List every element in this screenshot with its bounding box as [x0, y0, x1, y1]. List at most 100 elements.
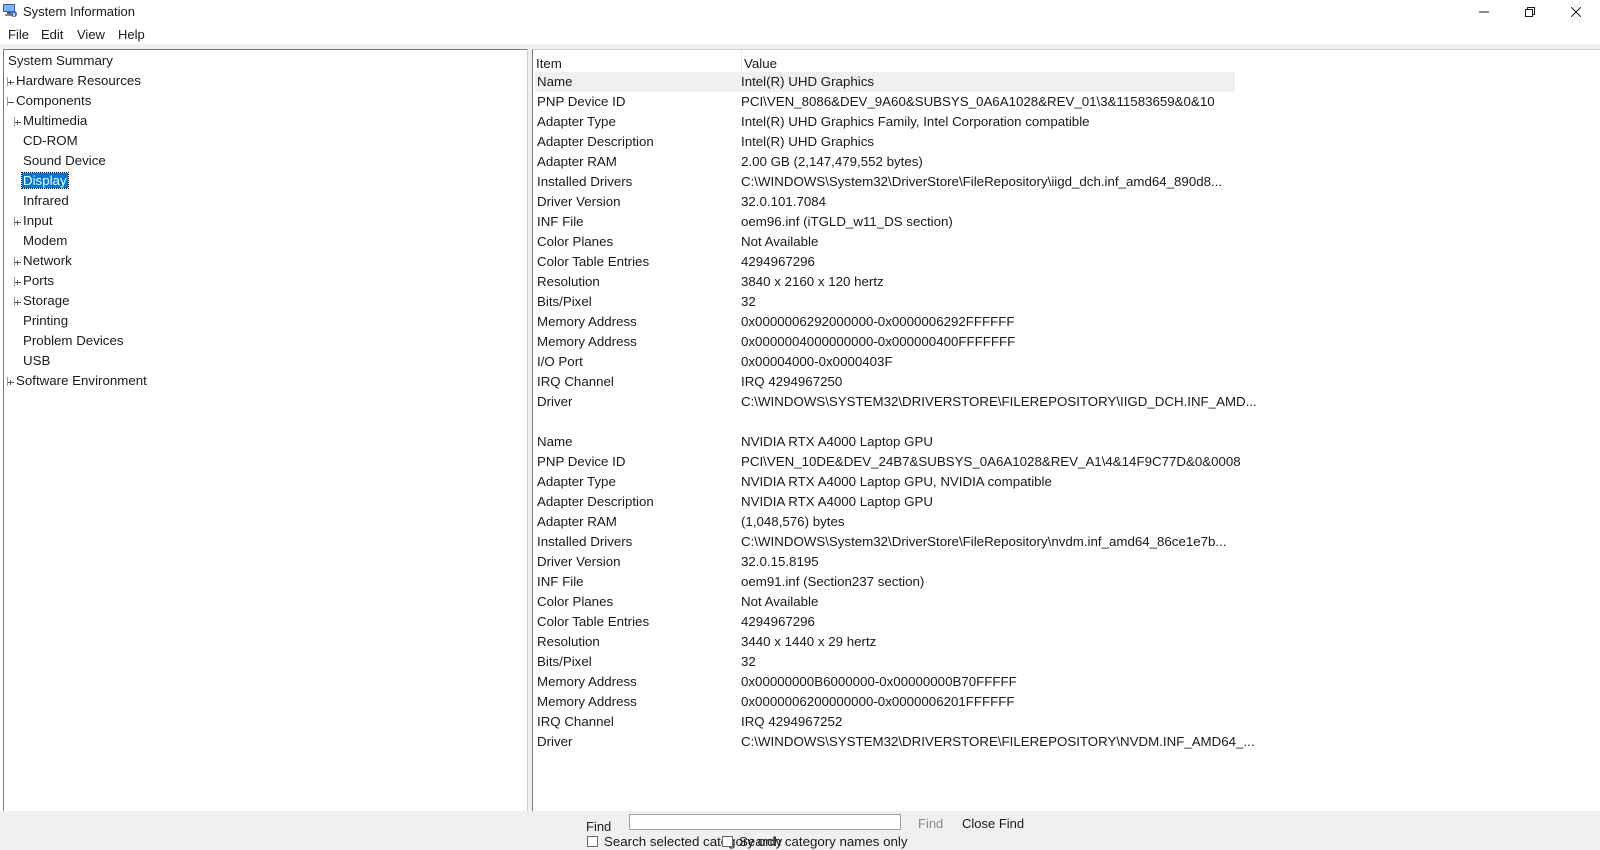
expand-icon[interactable] — [7, 77, 14, 86]
search-category-names-option[interactable]: Search category names only — [722, 833, 908, 849]
table-row[interactable]: Bits/Pixel 32 — [535, 652, 1235, 672]
table-row[interactable]: INF File oem91.inf (Section237 section) — [535, 572, 1235, 592]
menu-edit[interactable]: Edit — [41, 27, 63, 42]
row-item: Bits/Pixel — [537, 654, 592, 669]
table-row[interactable]: Name Intel(R) UHD Graphics — [535, 72, 1235, 92]
table-row[interactable]: Color Table Entries 4294967296 — [535, 612, 1235, 632]
tree-item-sound-device[interactable]: Sound Device — [22, 152, 107, 170]
table-row[interactable]: Adapter RAM 2.00 GB (2,147,479,552 bytes) — [535, 152, 1235, 172]
tree-item-label: Network — [23, 253, 72, 268]
minimize-button[interactable] — [1461, 0, 1507, 24]
column-header-value[interactable]: Value — [744, 56, 777, 71]
expand-icon[interactable] — [14, 257, 21, 266]
tree-item-network[interactable]: Network — [22, 252, 73, 270]
tree-item-printing[interactable]: Printing — [22, 312, 69, 330]
tree-item-label: System Summary — [8, 53, 113, 68]
close-find-button[interactable]: Close Find — [962, 814, 1025, 832]
minimize-icon — [1479, 11, 1489, 13]
column-header-item[interactable]: Item — [536, 56, 562, 71]
row-value: NVIDIA RTX A4000 Laptop GPU, NVIDIA comp… — [741, 474, 1052, 489]
table-row[interactable]: Resolution 3440 x 1440 x 29 hertz — [535, 632, 1235, 652]
tree-item-modem[interactable]: Modem — [22, 232, 68, 250]
row-value: Intel(R) UHD Graphics — [741, 134, 874, 149]
table-row[interactable]: Memory Address 0x00000000B6000000-0x00000… — [535, 672, 1235, 692]
row-item: Driver Version — [537, 554, 621, 569]
tree-item-components[interactable]: Components — [15, 92, 92, 110]
row-value: Intel(R) UHD Graphics Family, Intel Corp… — [741, 114, 1090, 129]
table-row[interactable]: Driver Version 32.0.15.8195 — [535, 552, 1235, 572]
tree-item-display[interactable]: Display — [21, 172, 69, 190]
tree-item-cd-rom[interactable]: CD-ROM — [22, 132, 79, 150]
column-header-divider[interactable] — [741, 50, 742, 72]
row-item: Resolution — [537, 634, 600, 649]
table-row[interactable]: Bits/Pixel 32 — [535, 292, 1235, 312]
table-row[interactable]: Driver Version 32.0.101.7084 — [535, 192, 1235, 212]
tree-item-hardware-resources[interactable]: Hardware Resources — [15, 72, 142, 90]
row-item: Memory Address — [537, 334, 637, 349]
table-row[interactable]: PNP Device ID PCI\VEN_10DE&DEV_24B7&SUBSY… — [535, 452, 1241, 472]
table-row[interactable]: Adapter RAM (1,048,576) bytes — [535, 512, 1235, 532]
row-value: 0x0000004000000000-0x000000400FFFFFFF — [741, 334, 1016, 349]
expand-icon[interactable] — [14, 297, 21, 306]
table-row[interactable]: Memory Address 0x0000004000000000-0x00000… — [535, 332, 1235, 352]
menu-file[interactable]: File — [8, 27, 29, 42]
tree-item-system-summary[interactable]: System Summary — [7, 52, 114, 70]
table-row[interactable]: Memory Address 0x0000006292000000-0x00000… — [535, 312, 1235, 332]
table-row[interactable]: Color Planes Not Available — [535, 592, 1235, 612]
restore-button[interactable] — [1507, 0, 1553, 24]
expand-icon[interactable] — [14, 217, 21, 226]
find-input[interactable] — [629, 814, 901, 830]
table-row[interactable]: IRQ Channel IRQ 4294967252 — [535, 712, 1235, 732]
menu-view[interactable]: View — [77, 27, 105, 42]
table-row[interactable]: INF File oem96.inf (iTGLD_w11_DS section) — [535, 212, 1235, 232]
tree-item-software-environment[interactable]: Software Environment — [15, 372, 148, 390]
category-tree[interactable]: System Summary Hardware Resources Componen… — [3, 49, 528, 811]
table-row[interactable]: IRQ Channel IRQ 4294967250 — [535, 372, 1235, 392]
tree-item-usb[interactable]: USB — [22, 352, 51, 370]
table-row[interactable]: Driver C:\WINDOWS\SYSTEM32\DRIVERSTORE\FI… — [535, 392, 1257, 412]
table-row[interactable]: PNP Device ID PCI\VEN_8086&DEV_9A60&SUBSY… — [535, 92, 1235, 112]
table-row[interactable]: Driver C:\WINDOWS\SYSTEM32\DRIVERSTORE\FI… — [535, 732, 1255, 752]
row-item: Color Planes — [537, 594, 614, 609]
table-row[interactable]: Resolution 3840 x 2160 x 120 hertz — [535, 272, 1235, 292]
search-category-names-checkbox[interactable] — [722, 835, 733, 847]
expand-icon[interactable] — [14, 117, 21, 126]
table-row[interactable] — [535, 412, 1235, 432]
table-row[interactable]: Color Planes Not Available — [535, 232, 1235, 252]
tree-item-problem-devices[interactable]: Problem Devices — [22, 332, 125, 350]
row-value: 0x0000006200000000-0x0000006201FFFFFF — [741, 694, 1015, 709]
table-row[interactable]: Installed Drivers C:\WINDOWS\System32\Dri… — [535, 172, 1235, 192]
system-information-app-icon — [3, 4, 17, 17]
table-row[interactable]: Installed Drivers C:\WINDOWS\System32\Dri… — [535, 532, 1235, 552]
table-row[interactable]: Adapter Type Intel(R) UHD Graphics Family… — [535, 112, 1235, 132]
expand-icon[interactable] — [7, 377, 14, 386]
row-value: PCI\VEN_10DE&DEV_24B7&SUBSYS_0A6A1028&RE… — [741, 454, 1241, 469]
table-row[interactable]: Adapter Description NVIDIA RTX A4000 Lapt… — [535, 492, 1235, 512]
tree-item-infrared[interactable]: Infrared — [22, 192, 70, 210]
expand-icon[interactable] — [14, 277, 21, 286]
table-row[interactable]: Name NVIDIA RTX A4000 Laptop GPU — [535, 432, 1235, 452]
tree-item-storage[interactable]: Storage — [22, 292, 71, 310]
row-item: Driver — [537, 394, 573, 409]
find-button[interactable]: Find — [918, 814, 944, 832]
row-value: 32 — [741, 294, 756, 309]
close-window-button[interactable] — [1553, 0, 1599, 24]
search-selected-category-checkbox[interactable] — [587, 835, 598, 847]
table-row[interactable]: Adapter Type NVIDIA RTX A4000 Laptop GPU,… — [535, 472, 1235, 492]
tree-item-ports[interactable]: Ports — [22, 272, 55, 290]
row-value: 3840 x 2160 x 120 hertz — [741, 274, 884, 289]
menu-bar: File Edit View Help — [0, 24, 1600, 44]
menu-help[interactable]: Help — [118, 27, 145, 42]
tree-item-input[interactable]: Input — [22, 212, 54, 230]
row-item: IRQ Channel — [537, 374, 614, 389]
table-row[interactable]: Adapter Description Intel(R) UHD Graphics — [535, 132, 1235, 152]
table-row[interactable]: I/O Port 0x00004000-0x0000403F — [535, 352, 1235, 372]
row-value: 4294967296 — [741, 254, 815, 269]
collapse-icon[interactable] — [7, 97, 14, 106]
details-list[interactable]: Item Value Name Intel(R) UHD Graphics PNP … — [532, 49, 1600, 811]
row-value: 0x00000000B6000000-0x00000000B70FFFFF — [741, 674, 1017, 689]
tree-item-multimedia[interactable]: Multimedia — [22, 112, 88, 130]
table-row[interactable]: Memory Address 0x0000006200000000-0x00000… — [535, 692, 1235, 712]
row-value: C:\WINDOWS\SYSTEM32\DRIVERSTORE\FILEREPO… — [741, 734, 1255, 749]
table-row[interactable]: Color Table Entries 4294967296 — [535, 252, 1235, 272]
